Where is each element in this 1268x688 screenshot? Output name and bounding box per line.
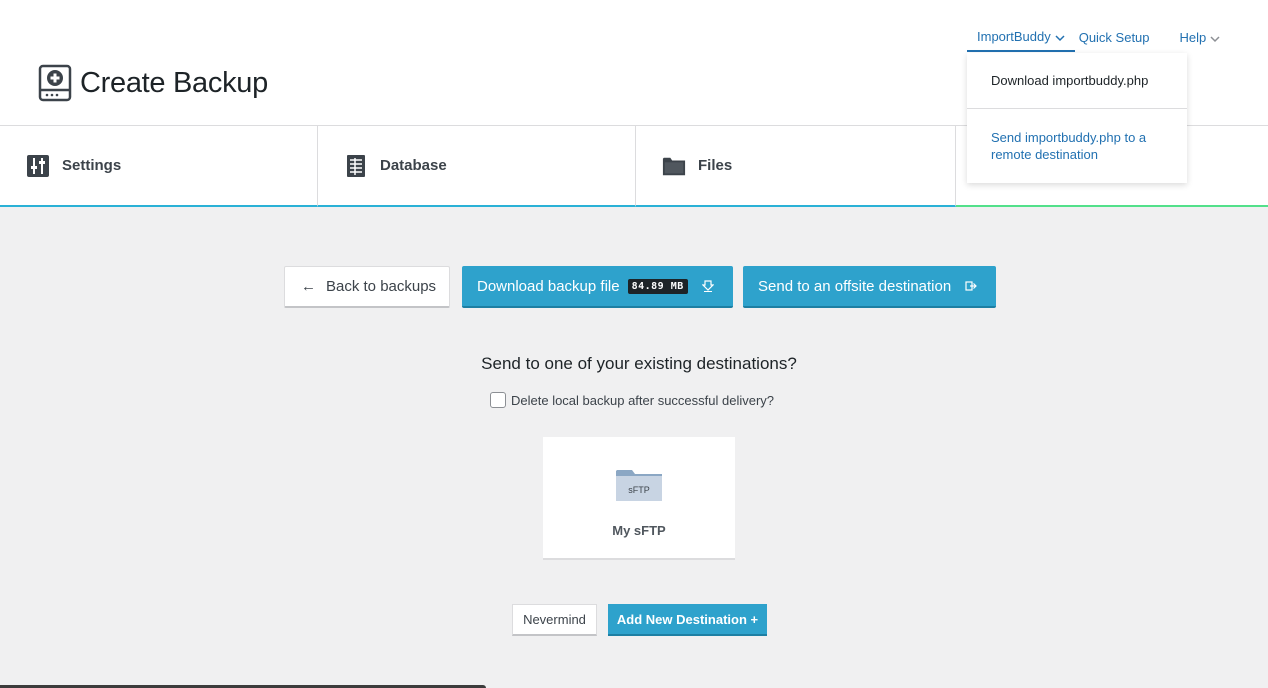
tab-settings-label: Settings xyxy=(62,157,122,174)
database-doc-icon xyxy=(344,154,368,178)
bottom-actions: Nevermind Add New Destination + xyxy=(512,604,767,636)
destination-label: My sFTP xyxy=(612,523,666,538)
chevron-down-icon xyxy=(1055,31,1065,42)
nevermind-button[interactable]: Nevermind xyxy=(512,604,597,636)
sftp-icon-text: sFTP xyxy=(628,485,650,495)
send-arrow-icon xyxy=(965,281,978,291)
file-size-badge: 84.89 MB xyxy=(627,278,688,294)
action-buttons: ← Back to backups Download backup file 8… xyxy=(284,266,996,308)
send-importbuddy-item[interactable]: Send importbuddy.php to a remote destina… xyxy=(967,109,1187,183)
back-to-backups-button[interactable]: ← Back to backups xyxy=(284,266,450,308)
tab-database-label: Database xyxy=(380,157,447,174)
arrow-left-icon: ← xyxy=(301,278,316,295)
folder-icon xyxy=(662,154,686,178)
download-backup-button[interactable]: Download backup file 84.89 MB xyxy=(462,266,733,308)
title-wrap: Create Backup xyxy=(38,64,268,102)
download-importbuddy-item[interactable]: Download importbuddy.php xyxy=(967,53,1187,109)
delete-local-label: Delete local backup after successful del… xyxy=(511,392,775,408)
tab-settings[interactable]: Settings xyxy=(0,126,318,207)
back-to-backups-label: Back to backups xyxy=(326,278,437,295)
destination-card-sftp[interactable]: sFTP My sFTP xyxy=(543,437,735,560)
top-nav: ImportBuddy Quick Setup Help xyxy=(967,22,1220,52)
importbuddy-dropdown: Download importbuddy.php Send importbudd… xyxy=(967,53,1187,183)
backup-drive-icon xyxy=(38,64,72,102)
delete-local-option: Delete local backup after successful del… xyxy=(490,392,774,408)
tab-database[interactable]: Database xyxy=(318,126,636,207)
nav-quick-setup[interactable]: Quick Setup xyxy=(1079,22,1180,52)
chevron-down-icon xyxy=(1210,32,1220,43)
nav-importbuddy-label: ImportBuddy xyxy=(977,28,1051,44)
page-title: Create Backup xyxy=(80,66,268,99)
nav-help-label: Help xyxy=(1179,29,1207,45)
tab-files-label: Files xyxy=(698,157,733,174)
nav-help[interactable]: Help xyxy=(1180,22,1221,52)
download-backup-label: Download backup file xyxy=(477,277,620,295)
nav-importbuddy[interactable]: ImportBuddy xyxy=(967,22,1075,52)
delete-local-checkbox[interactable] xyxy=(490,392,506,408)
settings-sliders-icon xyxy=(26,154,50,178)
add-destination-button[interactable]: Add New Destination + xyxy=(608,604,767,636)
download-icon xyxy=(701,280,714,292)
send-offsite-label: Send to an offsite destination xyxy=(758,277,952,295)
send-offsite-button[interactable]: Send to an offsite destination xyxy=(743,266,996,308)
destinations-question: Send to one of your existing destination… xyxy=(481,354,797,373)
nav-quick-setup-label: Quick Setup xyxy=(1078,29,1150,45)
tab-files[interactable]: Files xyxy=(636,126,956,207)
sftp-folder-icon: sFTP xyxy=(616,470,662,501)
